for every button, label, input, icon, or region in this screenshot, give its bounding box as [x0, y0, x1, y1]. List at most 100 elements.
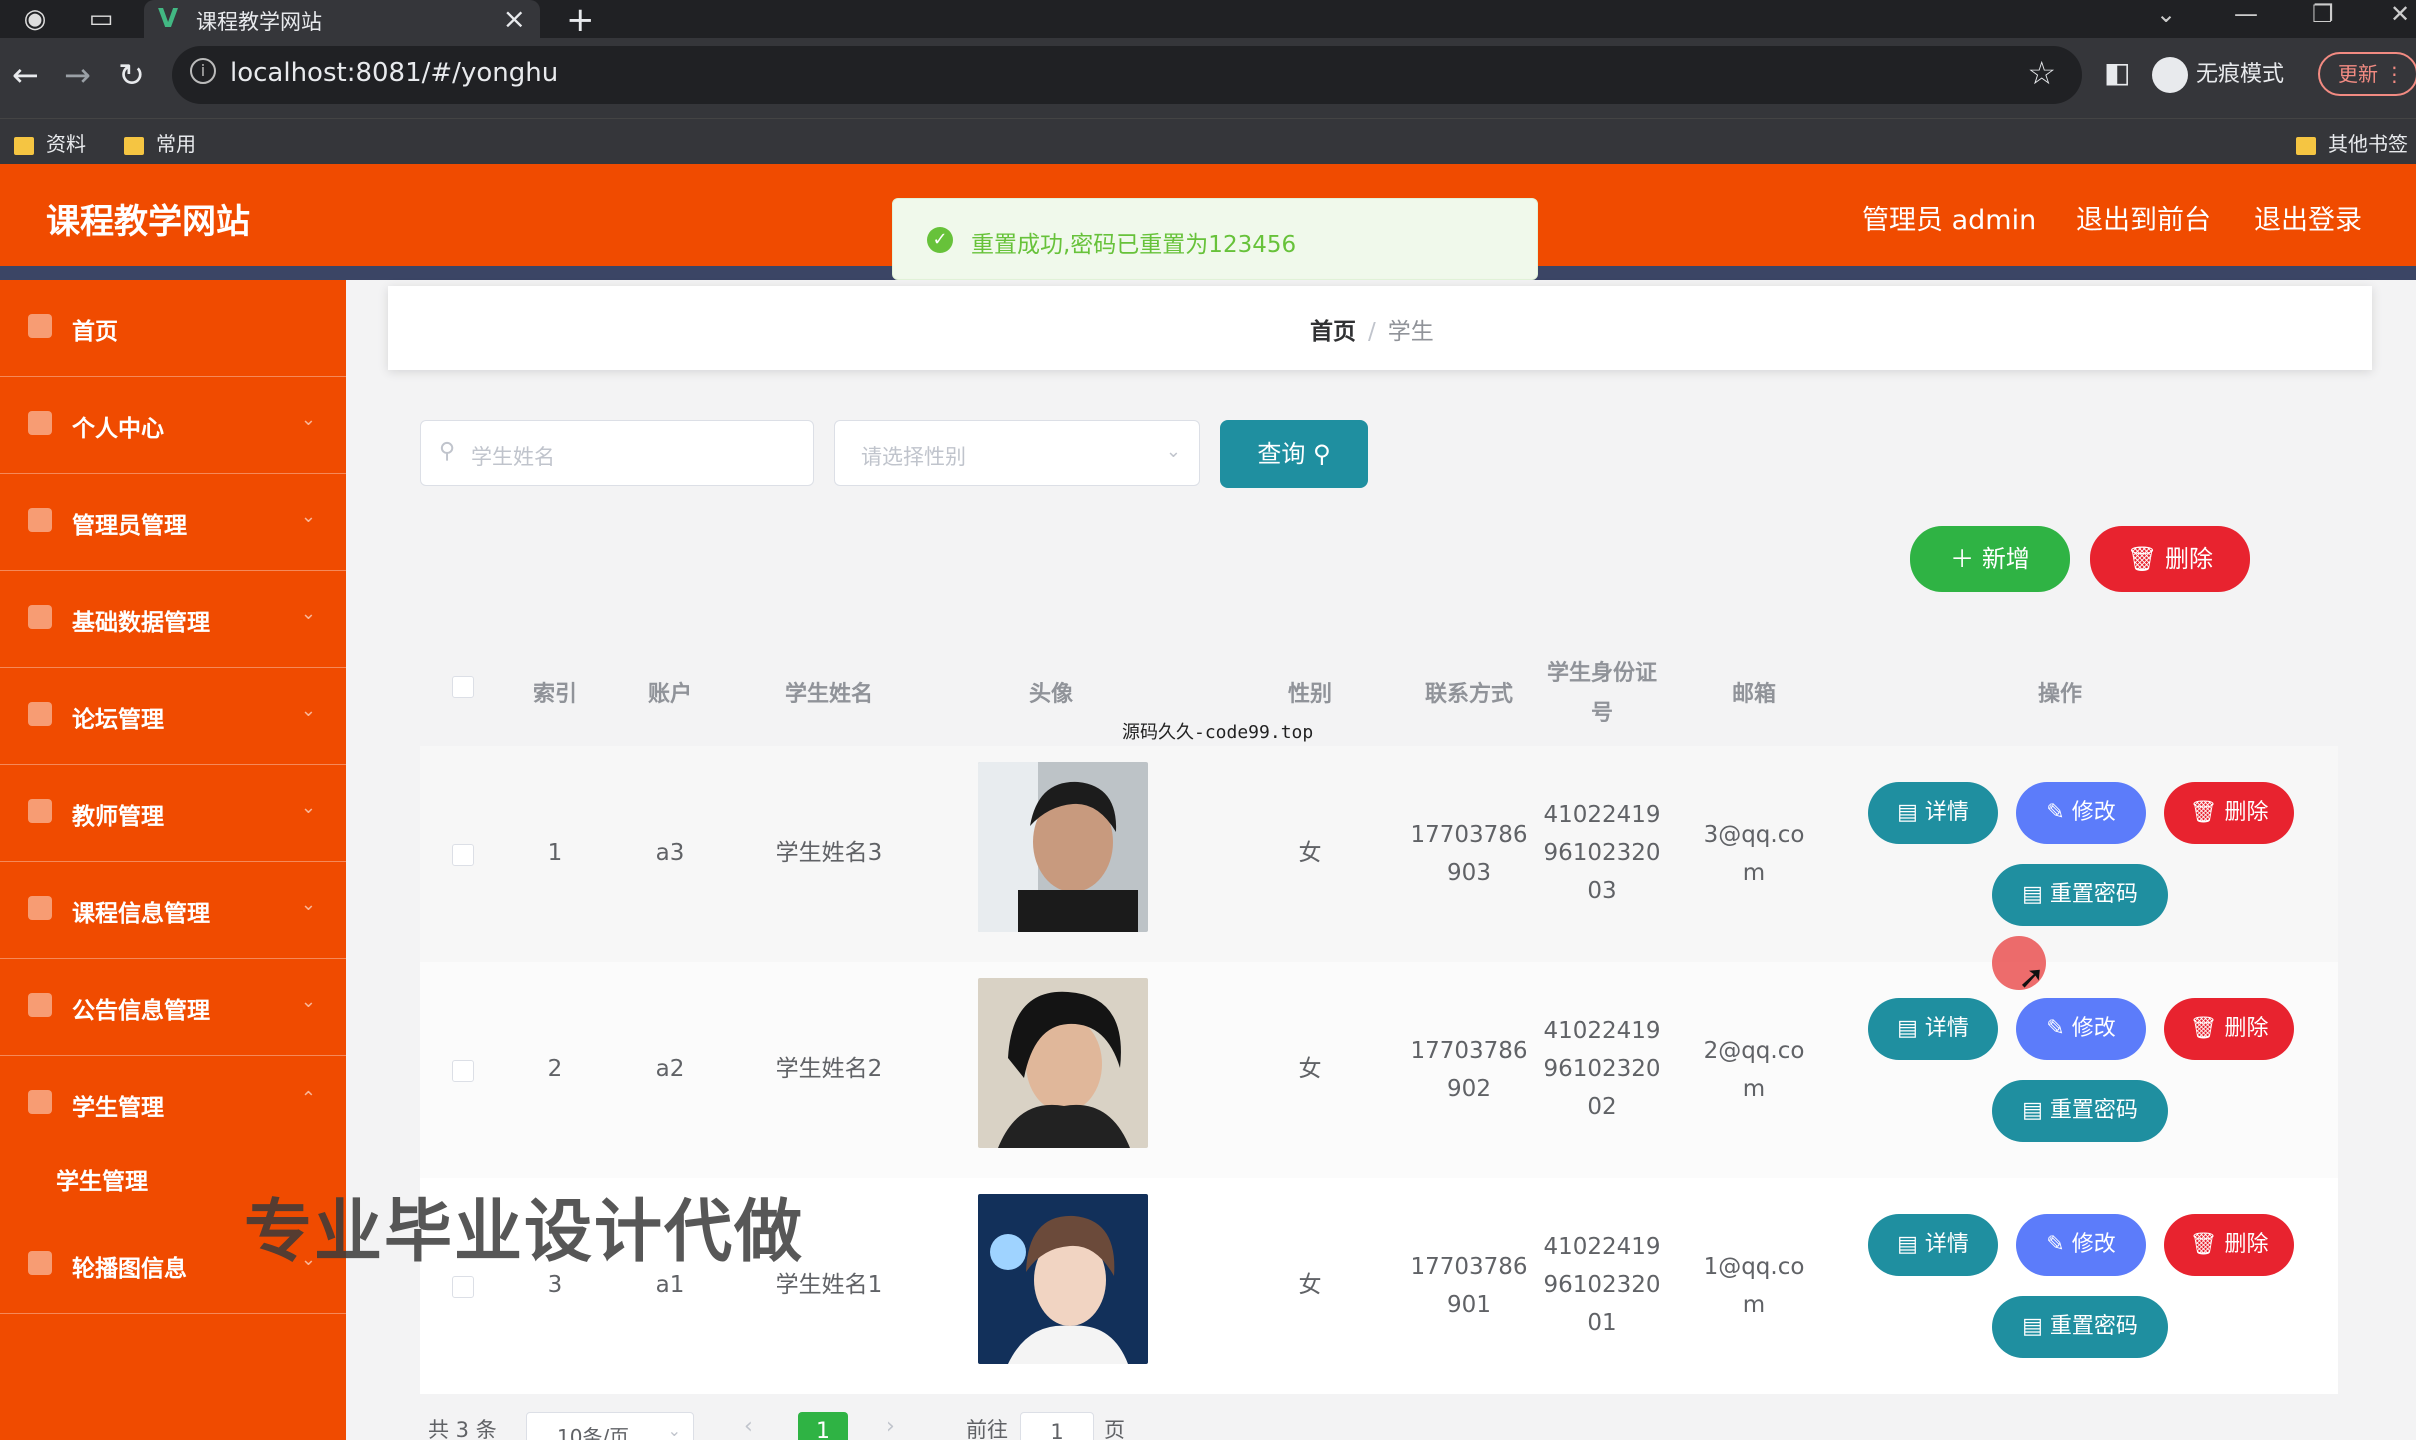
column-header-idcard: 学生身份证号: [1546, 661, 1657, 726]
reset-password-button[interactable]: ▤ 重置密码: [1992, 1080, 2168, 1142]
pagination-total: 共 3 条: [428, 1418, 497, 1440]
delete-button[interactable]: 🗑 删除: [2164, 998, 2294, 1060]
sidebar-item-basic-data[interactable]: 基础数据管理 ⌄: [0, 571, 346, 668]
row-checkbox[interactable]: [452, 844, 474, 866]
new-tab-icon[interactable]: +: [566, 0, 595, 40]
prev-page-icon[interactable]: ‹: [744, 1414, 753, 1439]
sidebar-item-notice[interactable]: 公告信息管理 ⌄: [0, 959, 346, 1056]
sidebar-item-teacher[interactable]: 教师管理 ⌄: [0, 765, 346, 862]
avatar: [978, 762, 1148, 932]
site-info-icon[interactable]: i: [190, 58, 216, 84]
forum-icon: [28, 702, 52, 726]
detail-button[interactable]: ▤ 详情: [1868, 782, 1998, 844]
chevron-down-icon: ⌄: [300, 894, 316, 915]
notice-icon: [28, 993, 52, 1017]
cell-account: a3: [655, 840, 685, 866]
detail-button[interactable]: ▤ 详情: [1868, 998, 1998, 1060]
goto-page-input[interactable]: 1: [1020, 1412, 1094, 1440]
restore-icon[interactable]: ❐: [2312, 0, 2334, 28]
column-header-phone: 联系方式: [1424, 682, 1513, 707]
logout-link[interactable]: 退出登录: [2254, 198, 2362, 237]
row-checkbox[interactable]: [452, 1060, 474, 1082]
sidebar-item-student[interactable]: 学生管理 ⌃: [0, 1056, 346, 1153]
reload-icon[interactable]: ↻: [118, 56, 145, 94]
cell-email: 1@qq.co m: [1703, 1254, 1805, 1318]
cell-gender: 女: [1298, 840, 1322, 866]
minimize-icon[interactable]: —: [2234, 0, 2258, 28]
chevron-down-icon: ⌄: [300, 506, 316, 527]
sidebar-subitem-student[interactable]: 学生管理: [56, 1162, 148, 1196]
sidebar-item-profile[interactable]: 个人中心 ⌄: [0, 377, 346, 474]
sidebar-item-admin[interactable]: 管理员管理 ⌄: [0, 474, 346, 571]
trash-icon: 🗑: [2126, 545, 2158, 573]
cell-phone: 17703786 903: [1410, 822, 1528, 886]
reset-password-button[interactable]: ▤ 重置密码: [1992, 1296, 2168, 1358]
incognito-indicator[interactable]: 无痕模式: [2152, 56, 2284, 93]
delete-button[interactable]: 🗑 删除: [2164, 782, 2294, 844]
page-size-select[interactable]: 10条/页 ⌄: [526, 1412, 694, 1440]
site-brand: 课程教学网站: [46, 202, 250, 242]
sidebar-item-home[interactable]: 首页: [0, 280, 346, 377]
bookmark-folder-common[interactable]: 常用: [124, 128, 196, 157]
chevron-down-icon: ⌄: [300, 409, 316, 430]
browser-profile-icon[interactable]: ◉: [20, 4, 50, 34]
edit-button[interactable]: ✎ 修改: [2016, 782, 2146, 844]
cell-gender: 女: [1298, 1056, 1322, 1082]
reset-password-button[interactable]: ▤ 重置密码: [1992, 864, 2168, 926]
chevron-down-icon: ⌄: [1165, 441, 1181, 462]
gender-select[interactable]: 请选择性别 ⌄: [834, 420, 1200, 486]
browser-tab[interactable]: V 课程教学网站 ×: [144, 0, 540, 38]
cell-index: 2: [547, 1056, 563, 1082]
side-panel-icon[interactable]: ◧: [2104, 56, 2130, 89]
next-page-icon[interactable]: ›: [886, 1414, 895, 1439]
check-circle-icon: ✓: [927, 227, 953, 253]
pencil-icon: ✎: [2046, 800, 2065, 825]
student-name-placeholder: 学生姓名: [471, 445, 555, 469]
bookmark-folder-resources[interactable]: 资料: [14, 128, 86, 157]
tab-list-chevron-icon[interactable]: ⌄: [2156, 0, 2176, 28]
batch-delete-button[interactable]: 🗑 删除: [2090, 526, 2250, 592]
admin-icon: [28, 508, 52, 532]
cell-gender: 女: [1298, 1272, 1322, 1298]
bookmark-star-icon[interactable]: ☆: [2027, 54, 2056, 92]
sidebar-item-course[interactable]: 课程信息管理 ⌄: [0, 862, 346, 959]
select-all-checkbox[interactable]: [452, 676, 474, 698]
breadcrumb-card: 首页 / 学生: [388, 286, 2372, 370]
close-window-icon[interactable]: ✕: [2390, 0, 2410, 28]
update-button[interactable]: 更新 ⋮: [2318, 52, 2416, 96]
tab-close-icon[interactable]: ×: [503, 2, 526, 35]
column-header-account: 账户: [647, 682, 692, 707]
edit-button[interactable]: ✎ 修改: [2016, 1214, 2146, 1276]
table-row: 1 a3 学生姓名3 女 17703786 903 41022419 9610232…: [420, 746, 2338, 962]
forward-icon[interactable]: →: [64, 56, 91, 94]
bookmark-folder-other[interactable]: 其他书签: [2296, 128, 2408, 157]
document-icon: ▤: [2022, 1314, 2043, 1339]
incognito-label: 无痕模式: [2196, 62, 2285, 87]
delete-button[interactable]: 🗑 删除: [2164, 1214, 2294, 1276]
back-icon[interactable]: ←: [12, 56, 39, 94]
exit-to-front-link[interactable]: 退出到前台: [2076, 198, 2211, 237]
promo-overlay-text: 专业毕业设计代做: [244, 1193, 805, 1272]
tab-search-icon[interactable]: ▭: [86, 4, 116, 34]
chevron-up-icon: ⌃: [300, 1088, 316, 1109]
breadcrumb-home[interactable]: 首页: [1310, 319, 1356, 345]
add-button[interactable]: ＋ 新增: [1910, 526, 2070, 592]
detail-button[interactable]: ▤ 详情: [1868, 1214, 1998, 1276]
mouse-cursor-icon: ➚: [2018, 958, 2045, 996]
chevron-down-icon: ⌄: [300, 797, 316, 818]
chevron-down-icon: ⌄: [300, 603, 316, 624]
url-input[interactable]: i localhost:8081/#/yonghu ☆: [172, 46, 2082, 104]
url-text: localhost:8081/#/yonghu: [230, 58, 559, 88]
bookmarks-bar: 资料 常用 其他书签: [0, 118, 2416, 164]
student-name-input[interactable]: ⚲ 学生姓名: [420, 420, 814, 486]
row-checkbox[interactable]: [452, 1276, 474, 1298]
cell-idcard: 41022419 96102320 01: [1543, 1234, 1661, 1336]
edit-button[interactable]: ✎ 修改: [2016, 998, 2146, 1060]
cell-index: 1: [547, 840, 563, 866]
page-number-current[interactable]: 1: [798, 1412, 848, 1440]
query-button[interactable]: 查询 ⚲: [1220, 420, 1368, 488]
vue-favicon-icon: V: [158, 4, 179, 34]
column-header-operations: 操作: [2037, 682, 2082, 707]
goto-label: 前往: [966, 1418, 1008, 1440]
sidebar-item-forum[interactable]: 论坛管理 ⌄: [0, 668, 346, 765]
